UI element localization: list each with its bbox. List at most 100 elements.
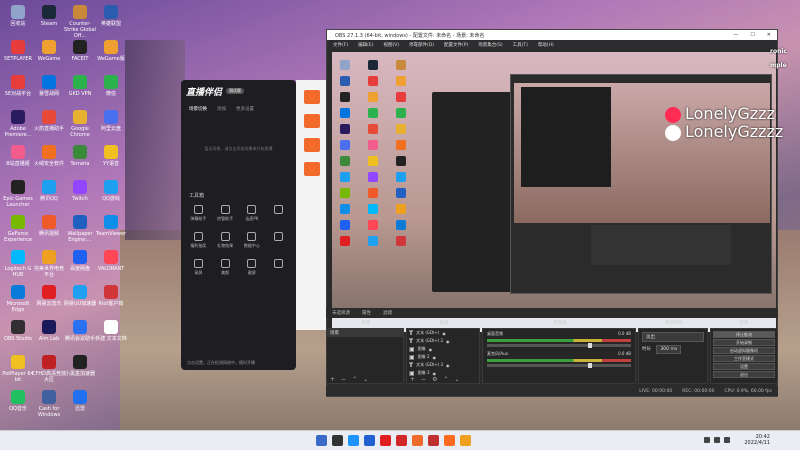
fire-icon[interactable] xyxy=(304,162,320,176)
desktop-icon[interactable]: 暴雪战网 xyxy=(32,75,66,97)
tab-more-settings[interactable]: 更多设置 xyxy=(236,106,254,112)
control-button[interactable]: 退出 xyxy=(713,371,775,378)
eye-icon[interactable]: ◉ xyxy=(433,371,437,376)
desktop-icon[interactable]: OBS Studio xyxy=(1,320,35,342)
desktop-icon[interactable]: GKD VPN xyxy=(63,75,97,97)
maximize-icon[interactable]: ☐ xyxy=(750,32,754,38)
desktop-icon[interactable]: 5E对战平台 xyxy=(1,75,35,97)
chevron-up-icon[interactable] xyxy=(704,437,710,443)
desktop-icon[interactable]: 网易云音乐 xyxy=(32,285,66,307)
toolbox-item[interactable] xyxy=(265,259,292,276)
desktop-icon[interactable]: GeForce Experience xyxy=(1,215,35,243)
desktop-icon[interactable]: Logitech G HUB xyxy=(1,250,35,278)
toolbox-item[interactable] xyxy=(265,205,292,222)
desktop-icon[interactable]: Cash for Windows xyxy=(32,390,66,418)
toolbox-item[interactable]: 截屏 xyxy=(239,259,266,276)
menu-item[interactable]: 帮助(H) xyxy=(538,42,554,48)
up-icon[interactable]: ⌃ xyxy=(352,376,357,383)
add-icon[interactable]: + xyxy=(410,376,415,383)
clock[interactable]: 20:42 2022/4/11 xyxy=(744,434,770,446)
desktop-icon[interactable]: FACEIT xyxy=(63,40,97,62)
desktop-icon[interactable]: TeamViewer xyxy=(94,215,128,237)
menu-item[interactable]: 工具(T) xyxy=(513,42,528,48)
desktop-icon[interactable]: Twitch xyxy=(63,180,97,202)
taskbar-app-icon[interactable] xyxy=(444,435,455,446)
desktop-icon[interactable]: Riot客户端 xyxy=(94,285,128,307)
desktop-icon[interactable]: 小黑盒加速器 xyxy=(63,355,97,377)
menu-item[interactable]: 视图(V) xyxy=(383,42,399,48)
wifi-icon[interactable] xyxy=(714,437,720,443)
minimize-icon[interactable]: — xyxy=(733,32,738,38)
desktop-icon[interactable]: Counter-Strike Global Off... xyxy=(63,5,97,39)
tab-scenes[interactable]: 场景切换 xyxy=(189,106,207,112)
desktop-icon[interactable]: 迅雷 xyxy=(63,390,97,412)
taskbar-app-icon[interactable] xyxy=(316,435,327,446)
desktop-icon[interactable]: 微信 xyxy=(94,75,128,97)
up-icon[interactable]: ⌃ xyxy=(443,376,448,383)
desktop-icon[interactable]: 腾讯会议助手 xyxy=(63,320,97,342)
desktop-icon[interactable]: Aim Lab xyxy=(32,320,66,342)
control-button[interactable]: 开始录制 xyxy=(713,339,775,346)
toolbox-item[interactable]: 房管助手 xyxy=(212,205,239,222)
taskbar-app-icon[interactable] xyxy=(364,435,375,446)
fire-icon[interactable] xyxy=(304,138,320,152)
transition-select[interactable]: 淡出 xyxy=(642,332,704,342)
fire-icon[interactable] xyxy=(304,90,320,104)
desktop-icon[interactable]: Adobe Premiere... xyxy=(1,110,35,138)
desktop-icon[interactable]: B站直播姬 xyxy=(1,145,35,167)
eye-icon[interactable]: ◉ xyxy=(429,347,433,352)
desktop-icon[interactable]: 新建 文本文档 xyxy=(94,320,128,342)
eye-icon[interactable]: ◉ xyxy=(433,355,437,360)
taskbar-app-icon[interactable] xyxy=(428,435,439,446)
source-item[interactable]: ▣ 图像 2 ◉ xyxy=(407,353,479,361)
desktop-icon[interactable]: 火箭直播助手 xyxy=(32,110,66,132)
toolbox-item[interactable]: 礼物效果 xyxy=(212,232,239,249)
desktop-icon[interactable]: 回收站 xyxy=(1,5,35,27)
desktop-icon[interactable]: 腾讯QQ xyxy=(32,180,66,202)
taskbar-app-icon[interactable] xyxy=(332,435,343,446)
close-icon[interactable]: ✕ xyxy=(767,32,771,38)
menu-item[interactable]: 文件(F) xyxy=(333,42,348,48)
desktop-icon[interactable]: Terraria xyxy=(63,145,97,167)
desktop-icon[interactable]: 百度网盘 xyxy=(63,250,97,272)
desktop-icon[interactable]: 火绒安全软件 xyxy=(32,145,66,167)
desktop-icon[interactable]: 完美世界电竞平台 xyxy=(32,250,66,278)
desktop-icon[interactable]: 英雄联盟 xyxy=(94,5,128,27)
down-icon[interactable]: ⌄ xyxy=(363,376,368,383)
control-button[interactable]: 设置 xyxy=(713,363,775,370)
obs-preview[interactable] xyxy=(332,52,776,332)
taskbar-app-icon[interactable] xyxy=(412,435,423,446)
desktop-icon[interactable]: VALORANT xyxy=(94,250,128,272)
scene-item[interactable]: 场景 xyxy=(327,329,403,337)
eye-icon[interactable]: ◉ xyxy=(442,331,446,336)
toolbox-item[interactable]: 数据中心 xyxy=(239,232,266,249)
toolbox-item[interactable] xyxy=(265,232,292,249)
control-button[interactable]: 工作室模式 xyxy=(713,355,775,362)
source-item[interactable]: ▣ 图像 ◉ xyxy=(407,345,479,353)
menu-item[interactable]: 停靠部件(D) xyxy=(409,42,434,48)
down-icon[interactable]: ⌄ xyxy=(454,376,459,383)
desktop-icon[interactable]: Steam xyxy=(32,5,66,27)
eye-icon[interactable]: ◉ xyxy=(446,339,450,344)
source-item[interactable]: T 文本 (GDI+) 3 ◉ xyxy=(407,361,479,369)
gear-icon[interactable]: ⚙ xyxy=(432,376,437,383)
duration-input[interactable]: 300 ms xyxy=(656,345,682,354)
menu-item[interactable]: 配置文件(P) xyxy=(444,42,468,48)
desktop-icon[interactable]: WeGame xyxy=(32,40,66,62)
toolbox-item[interactable]: 录屏 xyxy=(185,259,212,276)
volume-slider[interactable] xyxy=(487,343,631,348)
taskbar-app-icon[interactable] xyxy=(396,435,407,446)
taskbar-app-icon[interactable] xyxy=(348,435,359,446)
eye-icon[interactable]: ◉ xyxy=(446,363,450,368)
control-button[interactable]: 停止推流 xyxy=(713,331,775,338)
toolbox-item[interactable]: 美颜 xyxy=(212,259,239,276)
desktop-icon[interactable]: 5ETPLAYER xyxy=(1,40,35,62)
control-button[interactable]: 启动虚拟摄像机 xyxy=(713,347,775,354)
desktop-icon[interactable]: QQ游戏 xyxy=(94,180,128,202)
taskbar-app-icon[interactable] xyxy=(380,435,391,446)
remove-icon[interactable]: − xyxy=(421,376,426,383)
desktop-icon[interactable]: Wallpaper Engine:... xyxy=(63,215,97,243)
toolbox-item[interactable]: 连麦PK xyxy=(239,205,266,222)
desktop-icon[interactable]: YY语音 xyxy=(94,145,128,167)
desktop-icon[interactable]: Epic Games Launcher xyxy=(1,180,35,208)
